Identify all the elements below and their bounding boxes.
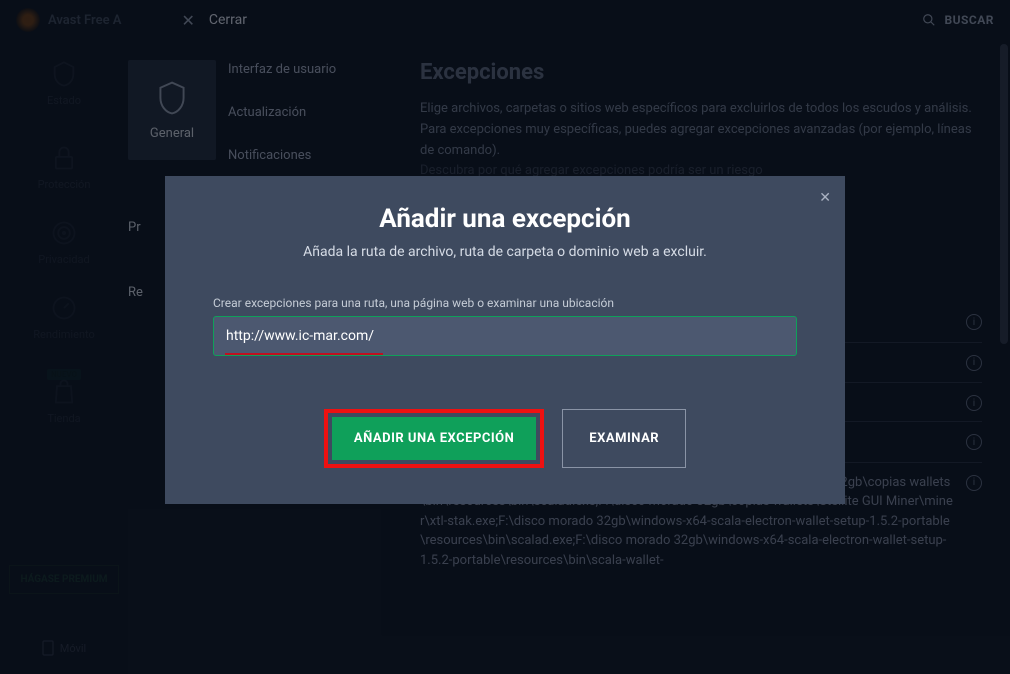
exception-url-input[interactable] bbox=[213, 316, 797, 356]
input-label: Crear excepciones para una ruta, una pág… bbox=[213, 296, 797, 310]
add-button-highlight: AÑADIR UNA EXCEPCIÓN bbox=[324, 409, 544, 468]
modal-overlay: ✕ Añadir una excepción Añada la ruta de … bbox=[0, 0, 1010, 674]
input-underline bbox=[225, 353, 383, 355]
close-icon[interactable]: ✕ bbox=[819, 190, 831, 206]
add-exception-modal: ✕ Añadir una excepción Añada la ruta de … bbox=[165, 176, 845, 504]
browse-button[interactable]: EXAMINAR bbox=[562, 409, 686, 468]
add-exception-button[interactable]: AÑADIR UNA EXCEPCIÓN bbox=[332, 417, 536, 460]
modal-title: Añadir una excepción bbox=[213, 204, 797, 234]
modal-subtitle: Añada la ruta de archivo, ruta de carpet… bbox=[213, 244, 797, 260]
